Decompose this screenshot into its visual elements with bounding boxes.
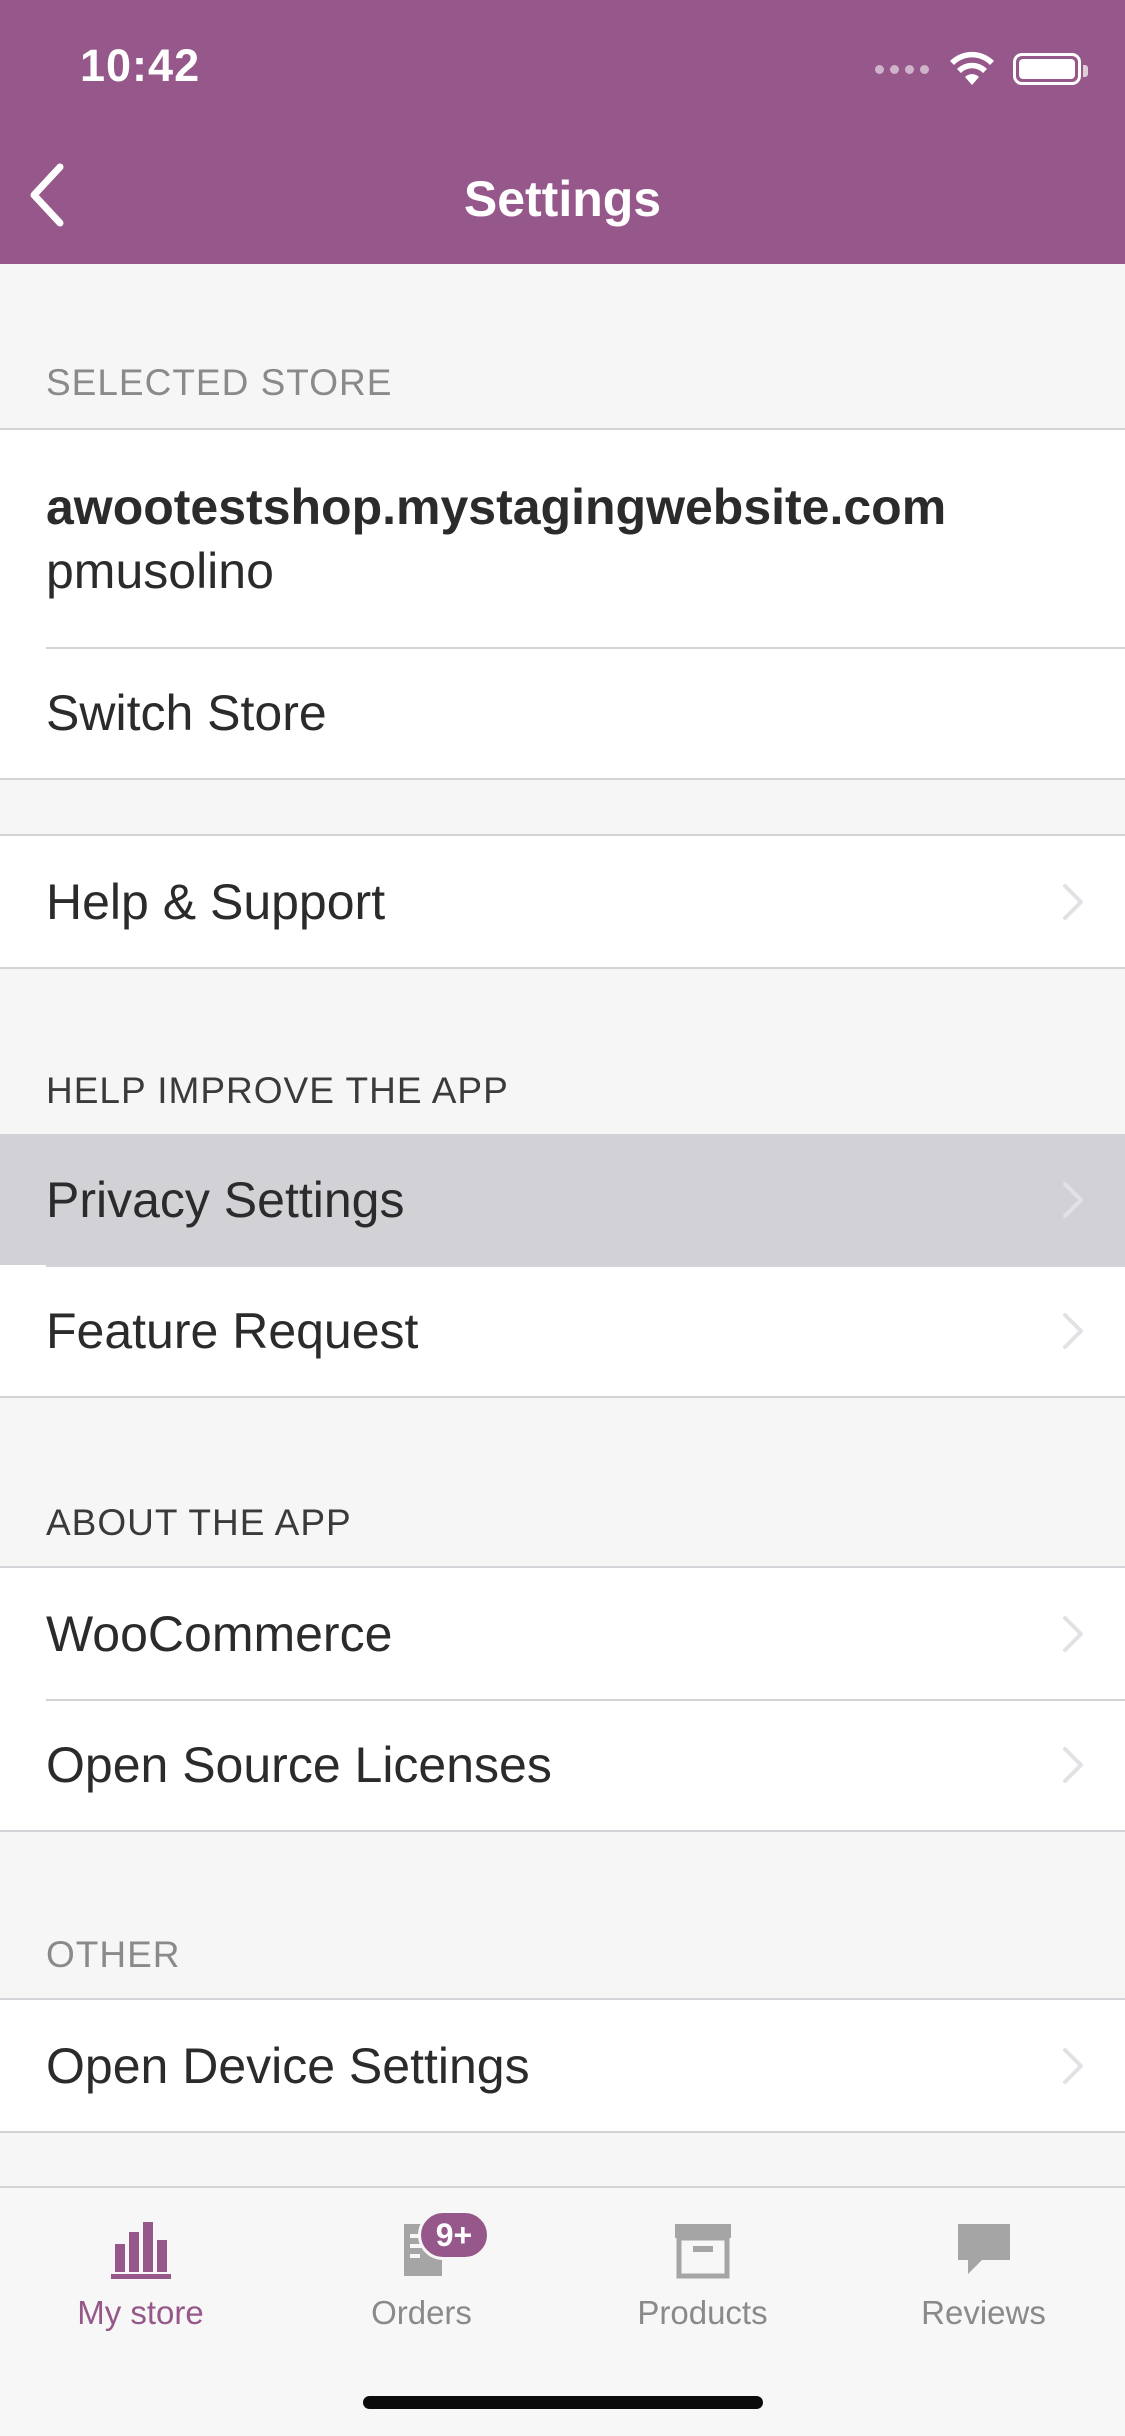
other-group: Open Device Settings xyxy=(0,1998,1125,2133)
tab-reviews-label: Reviews xyxy=(921,2294,1046,2331)
feature-request-row[interactable]: Feature Request xyxy=(0,1265,1125,1396)
chevron-right-icon xyxy=(1063,1746,1083,1783)
section-header-help-improve: HELP IMPROVE THE APP xyxy=(46,1070,509,1111)
privacy-settings-label: Privacy Settings xyxy=(46,1171,405,1228)
home-indicator xyxy=(363,2396,763,2409)
help-support-label: Help & Support xyxy=(46,873,386,930)
status-indicators xyxy=(875,46,1088,92)
woocommerce-label: WooCommerce xyxy=(46,1605,393,1662)
store-username: pmusolino xyxy=(46,542,274,599)
tab-my-store[interactable]: My store xyxy=(0,2188,281,2348)
orders-badge: 9+ xyxy=(418,2210,490,2260)
chevron-right-icon xyxy=(1063,883,1083,920)
signal-dots-icon xyxy=(875,64,929,74)
section-header-other: OTHER xyxy=(46,1934,181,1975)
help-improve-group: Privacy Settings Feature Request xyxy=(0,1134,1125,1398)
store-url: awootestshop.mystagingwebsite.com xyxy=(46,478,947,535)
selected-store-group: awootestshop.mystagingwebsite.com pmusol… xyxy=(0,428,1125,780)
chevron-right-icon xyxy=(1063,1615,1083,1652)
tab-products[interactable]: Products xyxy=(562,2188,843,2348)
privacy-settings-row[interactable]: Privacy Settings xyxy=(0,1134,1125,1265)
archive-box-icon xyxy=(674,2224,731,2279)
section-header-about: ABOUT THE APP xyxy=(46,1502,352,1543)
support-group: Help & Support xyxy=(0,834,1125,969)
tab-orders[interactable]: Orders xyxy=(281,2188,562,2348)
about-group: WooCommerce Open Source Licenses xyxy=(0,1566,1125,1832)
switch-store-row[interactable]: Switch Store xyxy=(0,647,1125,778)
current-store-row: awootestshop.mystagingwebsite.com pmusol… xyxy=(0,430,1125,647)
open-device-settings-row[interactable]: Open Device Settings xyxy=(0,2000,1125,2131)
page-title: Settings xyxy=(463,171,662,227)
feature-request-label: Feature Request xyxy=(46,1302,419,1359)
help-support-row[interactable]: Help & Support xyxy=(0,836,1125,967)
switch-store-label: Switch Store xyxy=(46,684,327,741)
tab-reviews[interactable]: Reviews xyxy=(843,2188,1124,2348)
chevron-right-icon xyxy=(1063,1181,1083,1218)
speech-bubble-icon xyxy=(957,2224,1010,2274)
chevron-right-icon xyxy=(1063,2047,1083,2084)
status-time: 10:42 xyxy=(80,40,201,91)
tab-orders-label: Orders xyxy=(371,2294,472,2331)
battery-icon xyxy=(1013,53,1088,85)
woocommerce-row[interactable]: WooCommerce xyxy=(0,1568,1125,1699)
bar-chart-icon xyxy=(110,2222,171,2279)
open-device-settings-label: Open Device Settings xyxy=(46,2037,530,2094)
open-source-licenses-row[interactable]: Open Source Licenses xyxy=(0,1699,1125,1830)
navigation-header: 10:42 Settings xyxy=(0,0,1125,264)
chevron-right-icon xyxy=(1063,1312,1083,1349)
open-source-licenses-label: Open Source Licenses xyxy=(46,1736,552,1793)
wifi-icon xyxy=(950,51,994,85)
tab-my-store-label: My store xyxy=(77,2294,204,2331)
section-header-selected-store: SELECTED STORE xyxy=(46,362,393,403)
tab-products-label: Products xyxy=(637,2294,768,2331)
